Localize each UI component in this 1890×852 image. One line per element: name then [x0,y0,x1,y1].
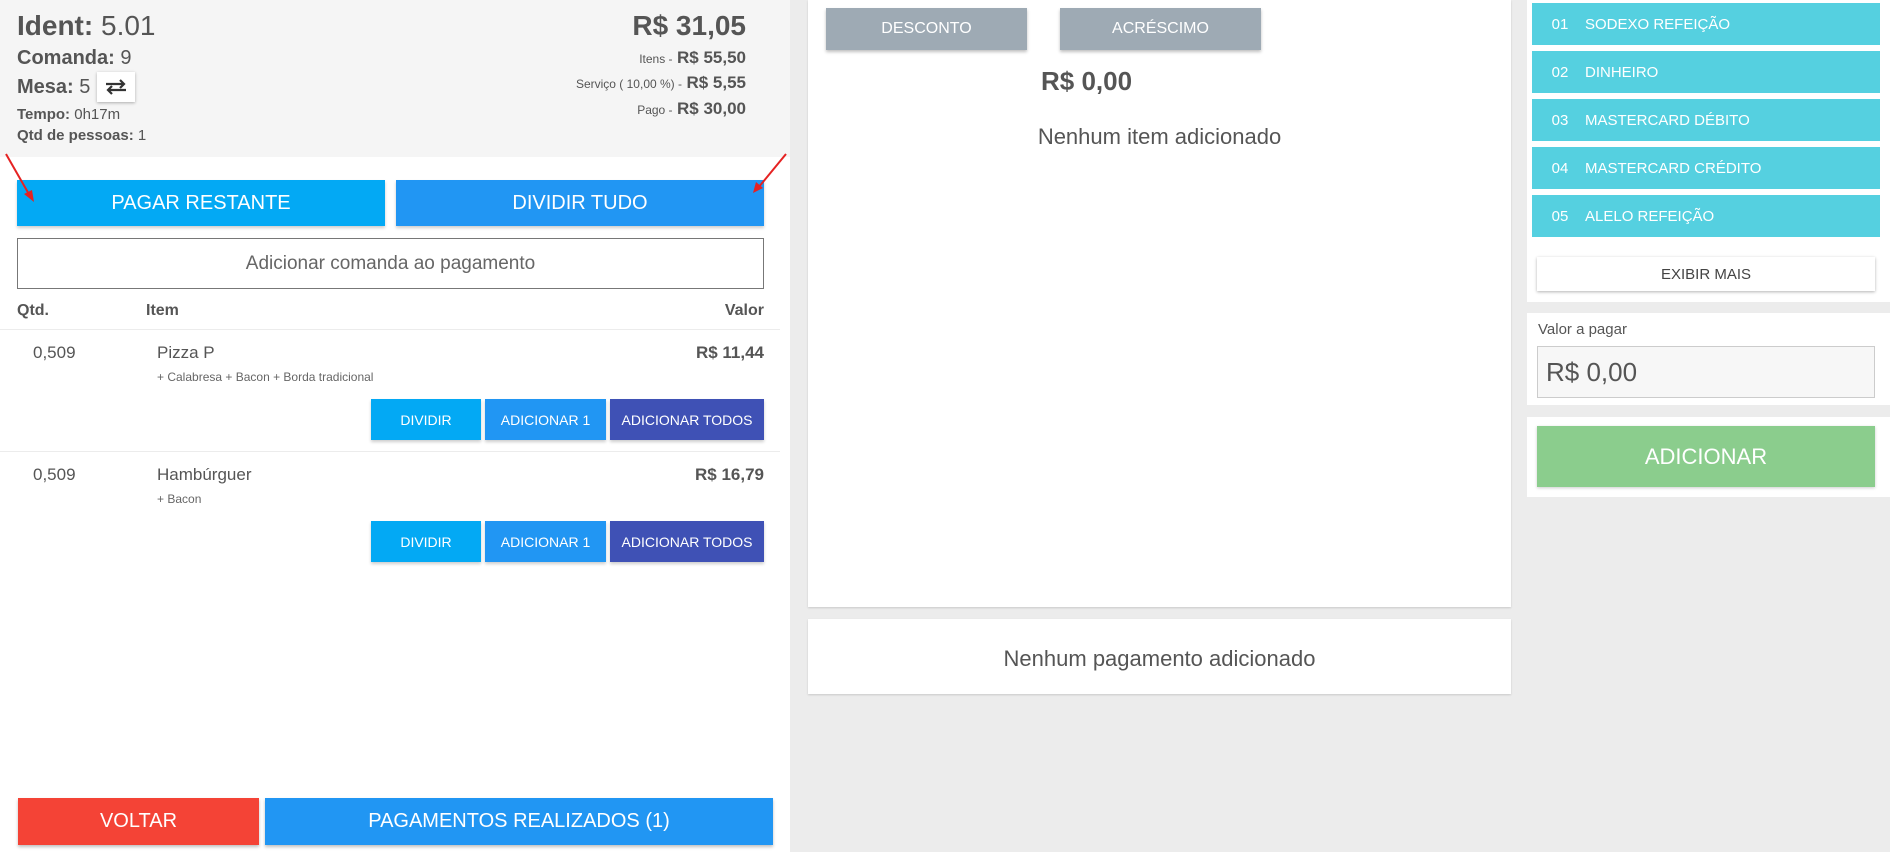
payment-method-code: 01 [1551,15,1569,33]
comanda-value: 9 [120,47,132,69]
annotation-arrow-icon [5,153,34,202]
servico-label: Serviço ( 10,00 %) - [575,77,682,91]
divider [0,329,780,330]
payment-method-sodexo[interactable]: 01 SODEXO REFEIÇÃO [1532,3,1880,45]
payment-method-label: ALELO REFEIÇÃO [1585,207,1715,225]
servico-total: Serviço ( 10,00 %) - R$ 5,55 [576,73,746,93]
tempo-value: 0h17m [74,106,121,123]
divider [0,451,780,452]
desconto-button[interactable]: DESCONTO [826,8,1027,50]
itens-label: Itens - [639,52,673,66]
adicionar-1-button[interactable]: ADICIONAR 1 [485,399,606,440]
payment-method-label: MASTERCARD DÉBITO [1585,111,1750,129]
comanda: Comanda: 9 [17,47,131,70]
valor-a-pagar-input[interactable] [1537,346,1875,398]
payment-method-alelo[interactable]: 05 ALELO REFEIÇÃO [1532,195,1880,237]
tempo-label: Tempo: [17,106,71,123]
order-total: R$ 31,05 [632,10,746,41]
empty-payments-message: Nenhum pagamento adicionado [1003,646,1316,671]
mesa-label: Mesa: [17,76,74,98]
acrescimo-button[interactable]: ACRÉSCIMO [1060,8,1261,50]
pagamentos-realizados-button[interactable]: PAGAMENTOS REALIZADOS (1) [265,798,773,845]
payment-method-mastercard-debito[interactable]: 03 MASTERCARD DÉBITO [1532,99,1880,141]
payment-method-mastercard-credito[interactable]: 04 MASTERCARD CRÉDITO [1532,147,1880,189]
pago-label: Pago - [637,103,673,117]
swap-table-button[interactable] [97,72,135,102]
servico-value: R$ 5,55 [686,73,746,92]
dividir-tudo-button[interactable]: DIVIDIR TUDO [396,180,764,226]
payment-method-dinheiro[interactable]: 02 DINHEIRO [1532,51,1880,93]
adicionar-todos-button[interactable]: ADICIONAR TODOS [610,521,764,562]
itens-total: Itens - R$ 55,50 [639,48,746,68]
adjustment-value: R$ 0,00 [1041,66,1133,96]
ident: Ident: 5.01 [17,10,156,42]
row-item-name: Hambúrguer [157,465,252,484]
tempo: Tempo: 0h17m [17,106,120,123]
payment-method-label: DINHEIRO [1585,63,1659,81]
header-item: Item [146,302,179,319]
adicionar-1-button[interactable]: ADICIONAR 1 [485,521,606,562]
pessoas-value: 1 [137,127,147,144]
empty-items-message: Nenhum item adicionado [1037,124,1282,149]
payment-method-label: MASTERCARD CRÉDITO [1585,159,1762,177]
voltar-button[interactable]: VOLTAR [18,798,259,845]
row-qtd: 0,509 [33,465,76,484]
payment-method-code: 02 [1551,63,1569,81]
swap-arrows-icon [106,79,126,95]
header-qtd: Qtd. [17,302,49,319]
pago-value: R$ 30,00 [677,99,746,118]
dividir-button[interactable]: DIVIDIR [371,399,481,440]
ident-value: 5.01 [101,10,156,41]
header-valor: Valor [724,302,764,319]
qtd-pessoas: Qtd de pessoas: 1 [17,127,146,144]
dividir-button[interactable]: DIVIDIR [371,521,481,562]
annotation-arrow-icon [753,153,787,193]
payments-list: Nenhum pagamento adicionado [808,619,1511,694]
adicionar-todos-button[interactable]: ADICIONAR TODOS [610,399,764,440]
row-qtd: 0,509 [33,343,76,362]
pessoas-label: Qtd de pessoas: [17,127,134,144]
pago-total: Pago - R$ 30,00 [637,99,746,119]
row-item-name: Pizza P [157,343,215,362]
row-item-addons: + Bacon [157,492,202,506]
adicionar-button[interactable]: ADICIONAR [1537,426,1875,487]
row-item-value: R$ 16,79 [695,465,764,484]
order-summary: Ident: 5.01 Comanda: 9 Mesa: 5 Tempo: 0h… [0,0,790,157]
mesa-value: 5 [79,76,91,98]
add-comanda-button[interactable]: Adicionar comanda ao pagamento [17,238,764,289]
ident-label: Ident: [17,10,94,41]
valor-a-pagar-label: Valor a pagar [1538,321,1627,338]
comanda-label: Comanda: [17,47,115,69]
payment-method-code: 03 [1551,111,1569,129]
adjustment-panel [808,0,1511,607]
exibir-mais-button[interactable]: EXIBIR MAIS [1537,257,1875,291]
payment-method-code: 05 [1551,207,1569,225]
payment-method-code: 04 [1551,159,1569,177]
row-item-value: R$ 11,44 [695,343,764,362]
payment-method-label: SODEXO REFEIÇÃO [1585,15,1731,33]
itens-value: R$ 55,50 [677,48,746,67]
row-item-addons: + Calabresa + Bacon + Borda tradicional [157,370,374,384]
order-panel: Ident: 5.01 Comanda: 9 Mesa: 5 Tempo: 0h… [0,0,790,852]
pagar-restante-button[interactable]: PAGAR RESTANTE [17,180,385,226]
mesa: Mesa: 5 [17,76,90,99]
